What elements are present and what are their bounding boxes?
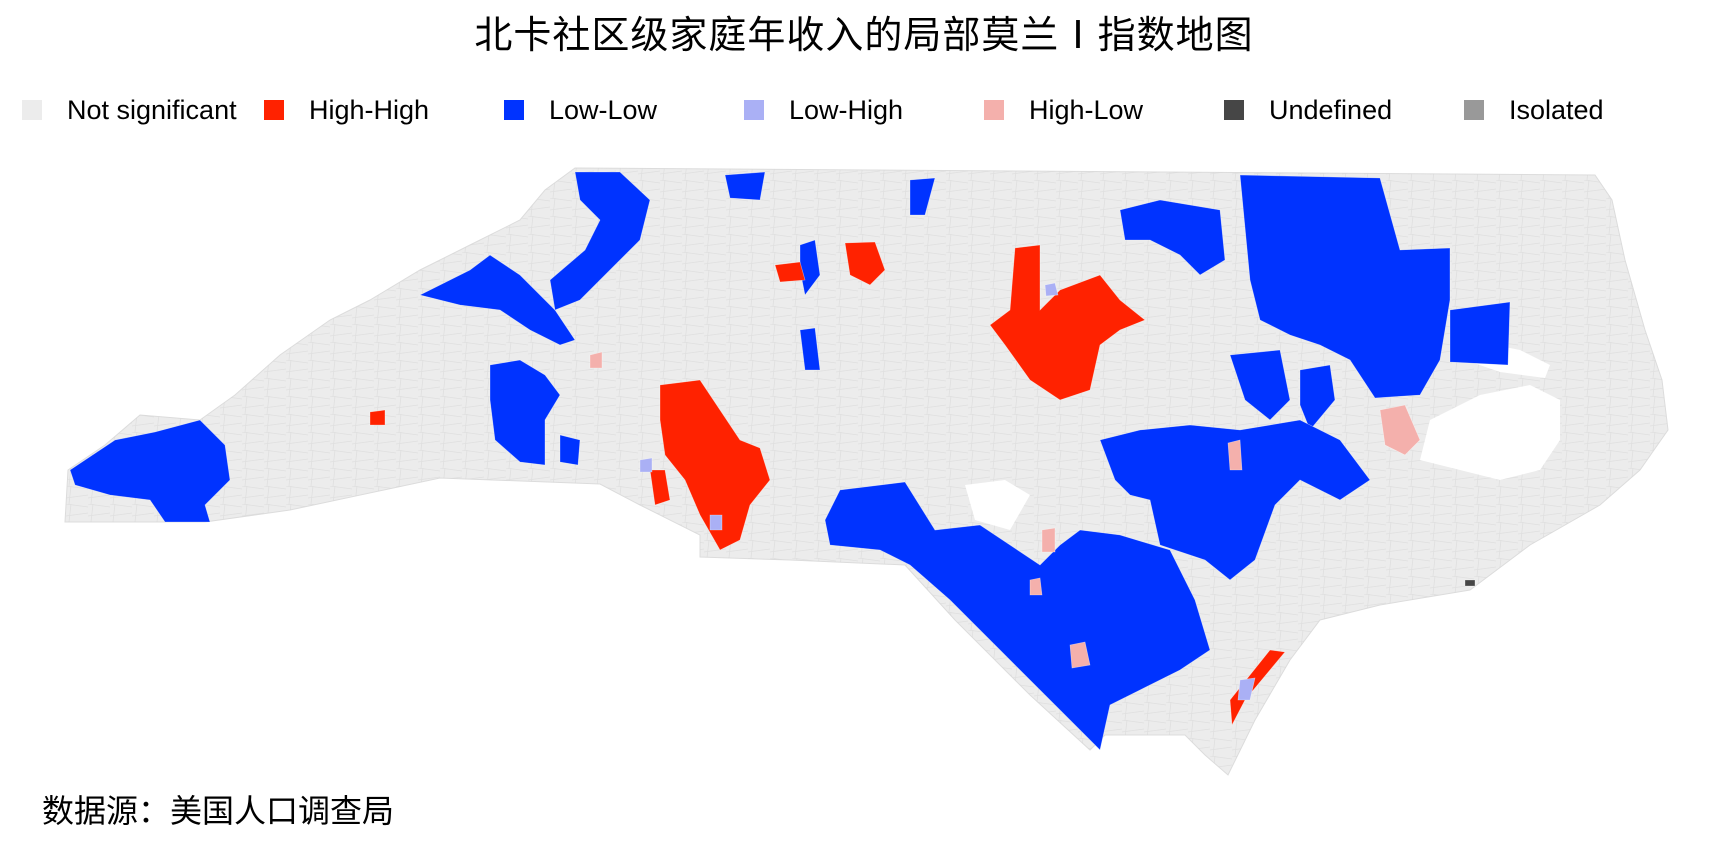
legend-item-low-high: Low-High — [744, 92, 903, 128]
legend-swatch — [504, 100, 524, 120]
legend-swatch — [1464, 100, 1484, 120]
legend-item-undefined: Undefined — [1224, 92, 1392, 128]
legend-label: Low-Low — [549, 94, 658, 125]
cluster-low-low — [559, 434, 581, 466]
legend-label: Isolated — [1509, 94, 1604, 125]
legend-item-not-significant: Not significant — [22, 92, 237, 128]
cluster-low-low — [1449, 301, 1511, 366]
nc-choropleth-map — [64, 167, 1669, 776]
cluster-high-high — [369, 409, 386, 426]
legend-item-low-low: Low-Low — [504, 92, 657, 128]
legend-label: Low-High — [789, 94, 904, 125]
legend-swatch — [984, 100, 1004, 120]
cluster-low-low — [724, 171, 766, 201]
cluster-high-low — [589, 351, 603, 369]
legend-swatch — [1224, 100, 1244, 120]
cluster-undefined — [1464, 579, 1476, 587]
cluster-low-high — [639, 457, 653, 473]
legend-swatch — [264, 100, 284, 120]
legend-label: High-High — [309, 94, 430, 125]
legend-swatch — [744, 100, 764, 120]
legend-item-isolated: Isolated — [1464, 92, 1604, 128]
cluster-high-low — [1227, 439, 1243, 471]
legend-item-high-low: High-Low — [984, 92, 1143, 128]
cluster-high-high — [774, 261, 806, 283]
legend-item-high-high: High-High — [264, 92, 429, 128]
map-title: 北卡社区级家庭年收入的局部莫兰 I 指数地图 — [474, 13, 1254, 57]
cluster-high-low — [1041, 527, 1056, 553]
cluster-low-high — [709, 514, 723, 531]
legend-label: Undefined — [1269, 94, 1393, 125]
legend-swatch — [22, 100, 42, 120]
legend-label: High-Low — [1029, 94, 1144, 125]
data-source: 数据源：美国人口调查局 — [42, 792, 395, 830]
cluster-high-low — [1029, 577, 1043, 596]
legend-label: Not significant — [67, 94, 237, 125]
